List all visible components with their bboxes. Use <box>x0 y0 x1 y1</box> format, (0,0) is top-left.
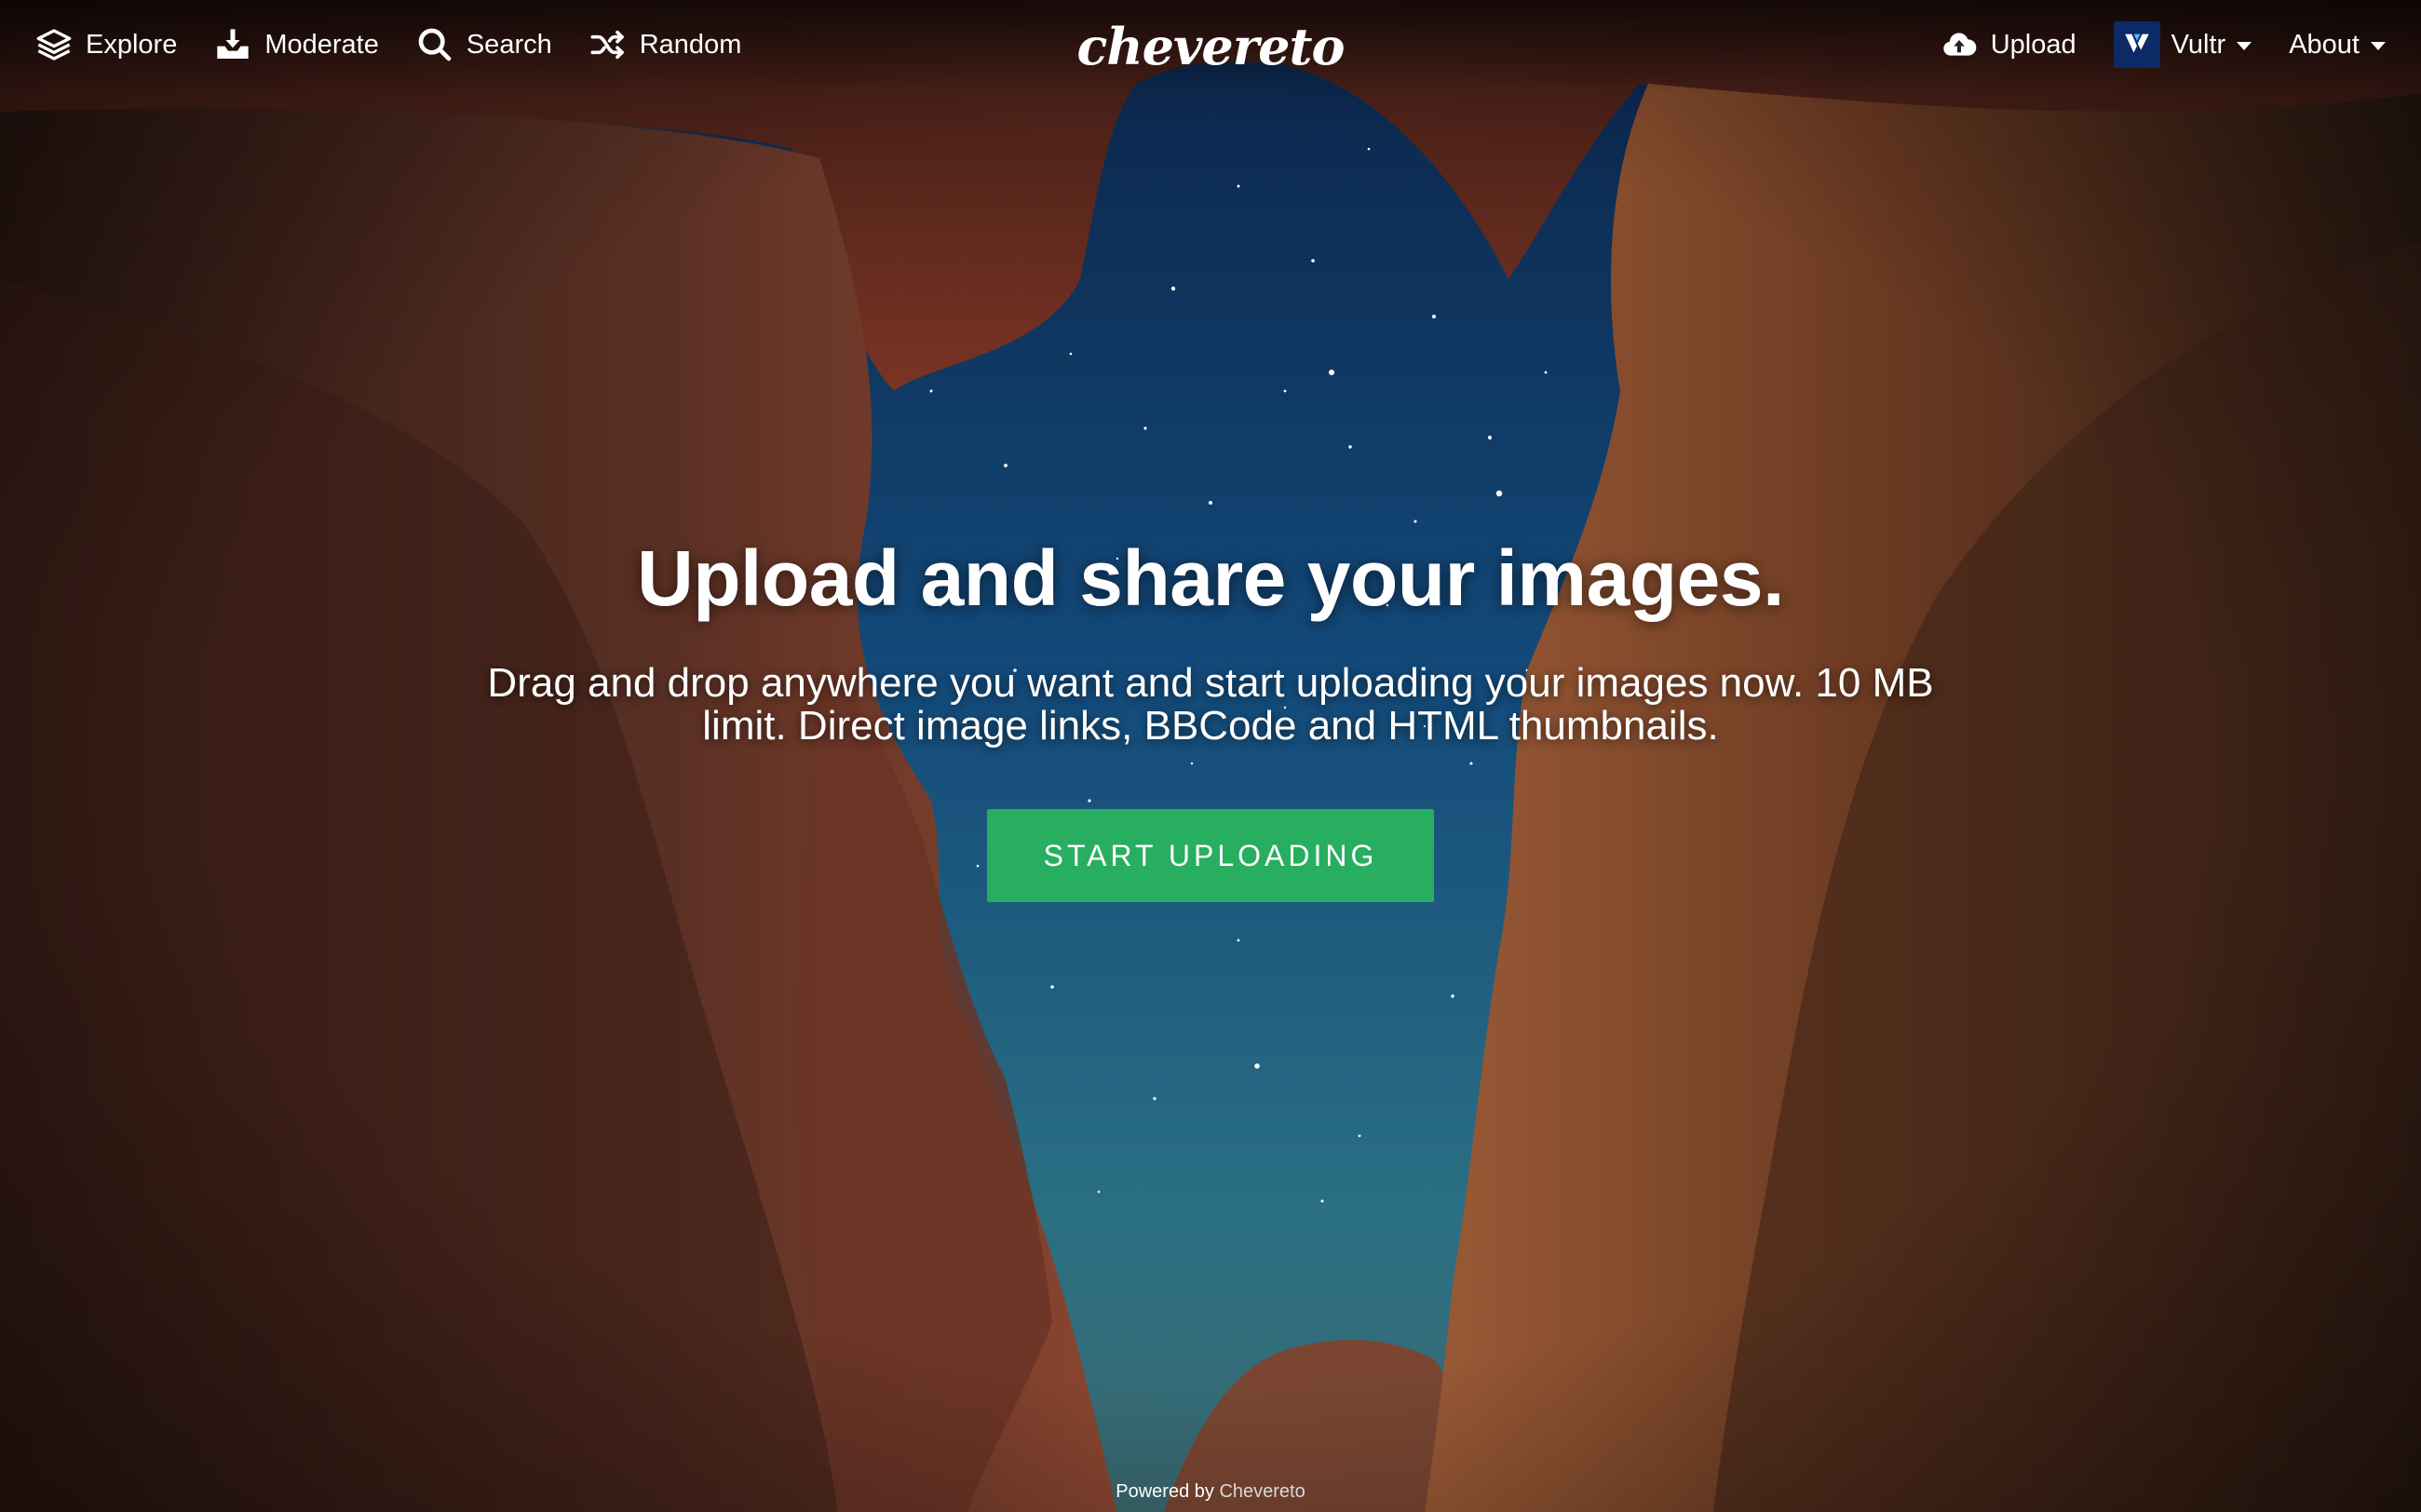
vultr-logo-icon <box>2113 21 2160 68</box>
nav-upload-label: Upload <box>1990 29 2076 60</box>
nav-upload[interactable]: Upload <box>1922 0 2095 89</box>
nav-search[interactable]: Search <box>398 0 571 89</box>
hero-title: Upload and share your images. <box>637 534 1784 622</box>
nav-moderate-label: Moderate <box>264 29 379 60</box>
nav-left: Explore Moderate Search Random <box>17 0 760 89</box>
chevron-down-icon <box>2371 42 2386 50</box>
chevereto-logo[interactable]: chevereto <box>1077 13 1346 80</box>
nav-explore[interactable]: Explore <box>17 0 196 89</box>
nav-vultr[interactable]: Vultr <box>2095 0 2271 89</box>
shuffle-icon <box>589 26 627 63</box>
nav-about[interactable]: About <box>2270 0 2404 89</box>
chevron-down-icon <box>2237 42 2252 50</box>
nav-moderate[interactable]: Moderate <box>196 0 398 89</box>
nav-search-label: Search <box>466 29 552 60</box>
nav-about-label: About <box>2289 29 2360 60</box>
nav-random-label: Random <box>639 29 742 60</box>
nav-explore-label: Explore <box>86 29 178 60</box>
footer: Powered by Chevereto <box>0 1481 2421 1503</box>
logo-text: chevereto <box>1076 17 1346 76</box>
footer-prefix: Powered by <box>1116 1481 1220 1502</box>
nav-vultr-label: Vultr <box>2171 29 2226 60</box>
nav-right: Upload Vultr About <box>1922 0 2404 89</box>
start-uploading-button[interactable]: START UPLOADING <box>987 809 1434 903</box>
search-icon <box>416 26 453 63</box>
top-bar: Explore Moderate Search Random chevereto… <box>0 0 2421 93</box>
footer-chevereto-link[interactable]: Chevereto <box>1219 1481 1305 1502</box>
tray-download-icon <box>214 26 251 63</box>
hero: Upload and share your images. Drag and d… <box>0 534 2421 903</box>
nav-random[interactable]: Random <box>571 0 761 89</box>
hero-subtitle: Drag and drop anywhere you want and star… <box>487 660 1934 749</box>
layers-icon <box>35 26 73 63</box>
cloud-upload-icon <box>1941 26 1978 63</box>
